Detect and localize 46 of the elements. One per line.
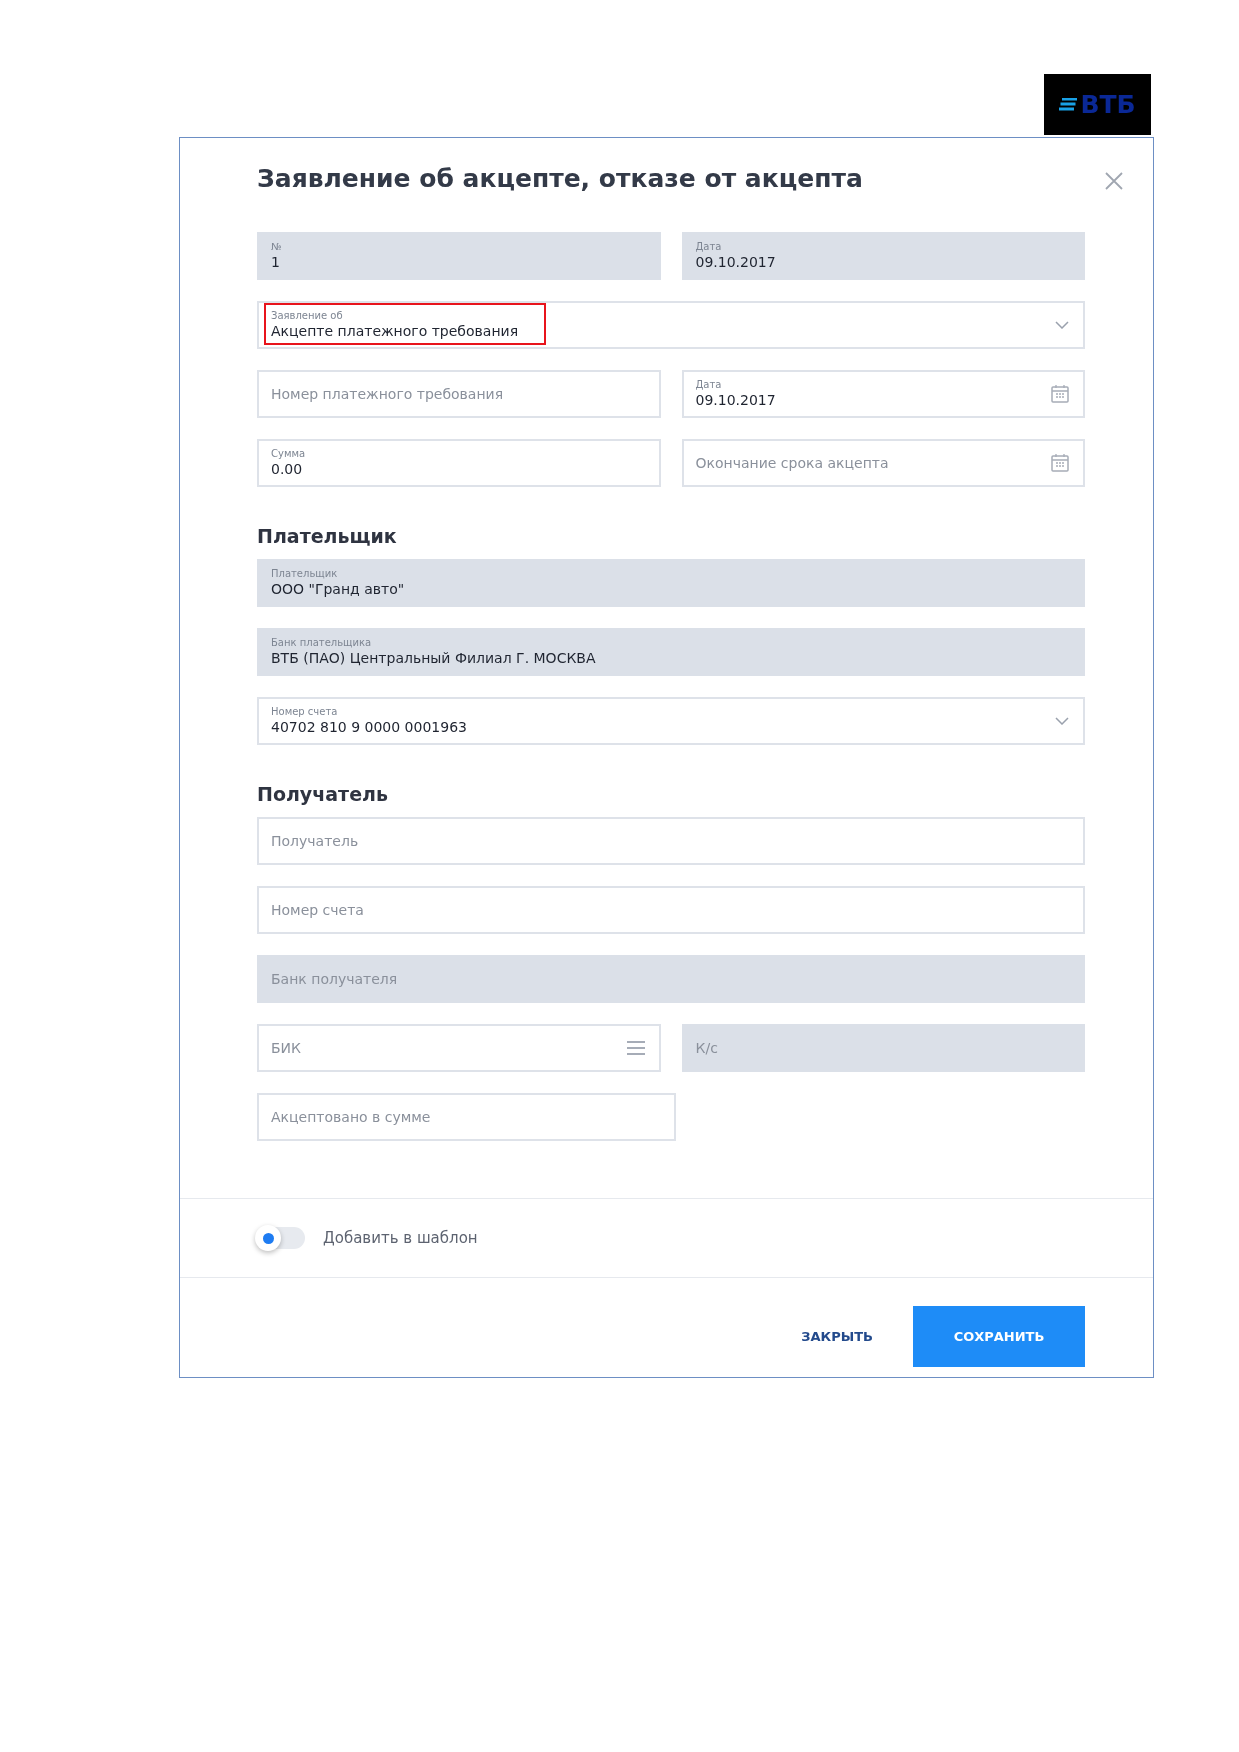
chevron-down-icon — [1055, 717, 1069, 725]
dialog-title: Заявление об акцепте, отказе от акцепта — [257, 164, 863, 193]
field-value: 1 — [271, 253, 280, 271]
field-value: 09.10.2017 — [695, 391, 776, 409]
close-button[interactable] — [1103, 170, 1125, 192]
stripes-icon — [1059, 97, 1078, 112]
field-label: Сумма — [271, 448, 307, 460]
toggle-label: Добавить в шаблон — [323, 1229, 478, 1247]
chevron-down-icon — [1055, 321, 1069, 329]
field-value: Акцепте платежного требования — [271, 322, 519, 340]
field-label: Номер счета — [271, 706, 339, 718]
placeholder-text: К/с — [695, 1039, 718, 1057]
close-link-button[interactable]: ЗАКРЫТЬ — [801, 1306, 873, 1367]
input-field[interactable]: Дата 09.10.2017 — [681, 232, 1085, 280]
field-value: 09.10.2017 — [695, 253, 776, 271]
list-icon — [626, 1041, 645, 1055]
field-value: 0.00 — [271, 460, 303, 478]
placeholder-text: Банк получателя — [271, 970, 398, 988]
field-label: Дата — [695, 379, 723, 391]
dropdown-field[interactable]: Номер счета 40702 810 9 0000 0001963 — [257, 697, 1085, 745]
placeholder-text: БИК — [271, 1039, 302, 1057]
toggle-switch[interactable] — [257, 1227, 305, 1249]
calendar-icon — [1051, 385, 1069, 403]
date-field[interactable]: Дата 09.10.2017 — [681, 370, 1085, 418]
input-field[interactable]: № 1 — [257, 232, 661, 280]
placeholder-text: Номер платежного требования — [271, 385, 504, 403]
section-heading: Плательщик — [257, 525, 398, 547]
field-label: Банк плательщика — [271, 637, 373, 649]
placeholder-text: Акцептовано в сумме — [271, 1108, 431, 1126]
placeholder-text: Получатель — [271, 832, 359, 850]
dropdown-field[interactable]: Заявление об Акцепте платежного требования — [257, 301, 1085, 349]
placeholder-text: Номер счета — [271, 901, 364, 919]
field-value: ВТБ (ПАО) Центральный Филиал Г. МОСКВА — [271, 649, 596, 667]
input-field[interactable]: Сумма 0.00 — [257, 439, 661, 487]
field-label: Заявление об — [271, 310, 344, 322]
field-label: № — [271, 241, 283, 253]
input-field[interactable]: Плательщик ООО "Гранд авто" — [257, 559, 1085, 607]
field-label: Плательщик — [271, 568, 339, 580]
calendar-icon — [1051, 454, 1069, 472]
section-heading: Получатель — [257, 783, 389, 805]
field-value: 40702 810 9 0000 0001963 — [271, 718, 467, 736]
field-value: ООО "Гранд авто" — [271, 580, 405, 598]
field-label: Дата — [695, 241, 723, 253]
bank-logo: ВТБ — [1044, 74, 1151, 135]
input-field[interactable]: Банк плательщика ВТБ (ПАО) Центральный Филиал Г. МОСКВА — [257, 628, 1085, 676]
placeholder-text: Окончание срока акцепта — [695, 454, 889, 472]
